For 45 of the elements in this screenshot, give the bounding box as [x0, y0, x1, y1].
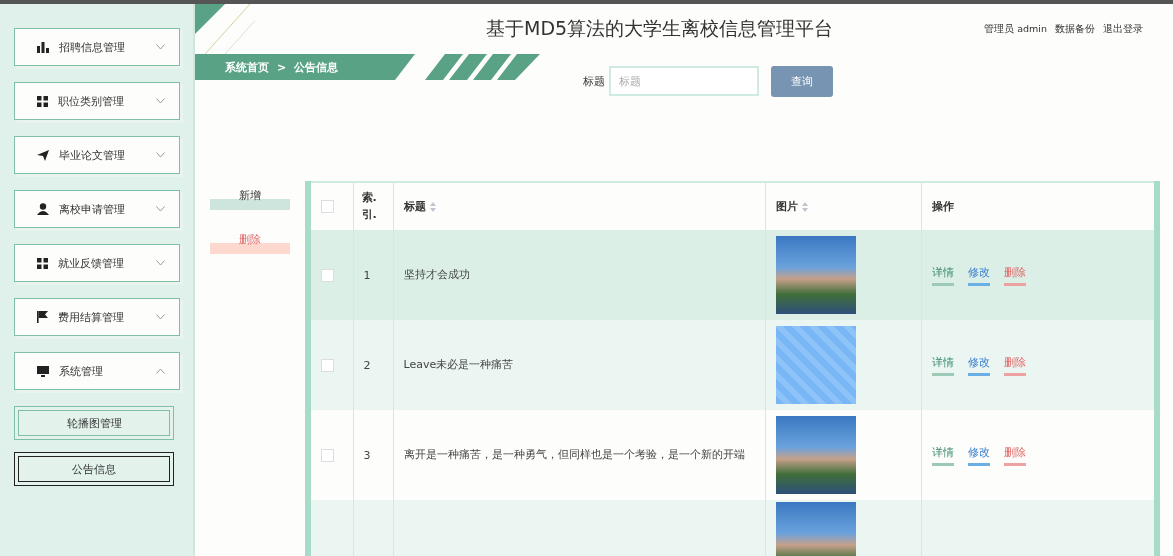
menu-item[interactable]: 系统管理 — [14, 352, 180, 390]
menu-item[interactable]: 费用结算管理 — [14, 298, 180, 336]
bar-chart-icon — [37, 41, 49, 53]
edit-link[interactable]: 修改 — [967, 354, 990, 376]
header-link[interactable]: 管理员 admin — [984, 22, 1047, 36]
page-title: 基于MD5算法的大学生离校信息管理平台 — [485, 16, 835, 41]
index-cell: 2 — [353, 320, 393, 410]
title-search-field[interactable]: 标题 — [609, 66, 759, 96]
checkbox[interactable] — [321, 448, 334, 462]
delete-link[interactable]: 删除 — [1003, 444, 1026, 466]
title-cell: 坚持才会成功 — [393, 230, 765, 320]
edit-link[interactable]: 修改 — [967, 264, 990, 286]
column-header: 索.引. — [361, 191, 377, 221]
submenu-item[interactable]: 公告信息 — [14, 452, 174, 486]
add-button[interactable]: 新增 — [210, 188, 290, 210]
checkbox[interactable] — [321, 268, 334, 282]
checkbox[interactable] — [321, 358, 334, 372]
menu-item[interactable]: 职位类别管理 — [14, 82, 180, 120]
column-header[interactable]: 标题 — [403, 200, 426, 213]
header-link[interactable]: 退出登录 — [1103, 22, 1143, 36]
paper-plane-icon — [37, 149, 49, 161]
delete-button[interactable]: 删除 — [210, 232, 290, 254]
flag-icon — [37, 311, 48, 323]
breadcrumb-separator: > — [277, 60, 287, 74]
grid-icon — [37, 257, 48, 269]
title-cell: Leave未必是一种痛苦 — [393, 320, 765, 410]
user-icon — [37, 203, 49, 215]
index-cell: 1 — [353, 230, 393, 320]
column-header[interactable]: 图片 — [775, 200, 798, 213]
checkbox[interactable] — [321, 200, 334, 214]
grid-icon — [37, 95, 48, 107]
menu-item[interactable]: 就业反馈管理 — [14, 244, 180, 282]
submenu-item[interactable]: 轮播图管理 — [14, 406, 174, 440]
detail-link[interactable]: 详情 — [931, 354, 954, 376]
edit-link[interactable]: 修改 — [967, 444, 990, 466]
header-link[interactable]: 数据备份 — [1055, 22, 1095, 36]
menu-item[interactable]: 招聘信息管理 — [14, 28, 180, 66]
detail-link[interactable]: 详情 — [931, 264, 954, 286]
monitor-icon — [37, 365, 49, 377]
column-header: 操作 — [931, 200, 954, 213]
breadcrumb-current: 公告信息 — [294, 59, 339, 75]
menu-item[interactable]: 离校申请管理 — [14, 190, 180, 228]
menu-item[interactable]: 毕业论文管理 — [14, 136, 180, 174]
search-label: 标题 — [583, 73, 605, 89]
detail-link[interactable]: 详情 — [931, 444, 954, 466]
